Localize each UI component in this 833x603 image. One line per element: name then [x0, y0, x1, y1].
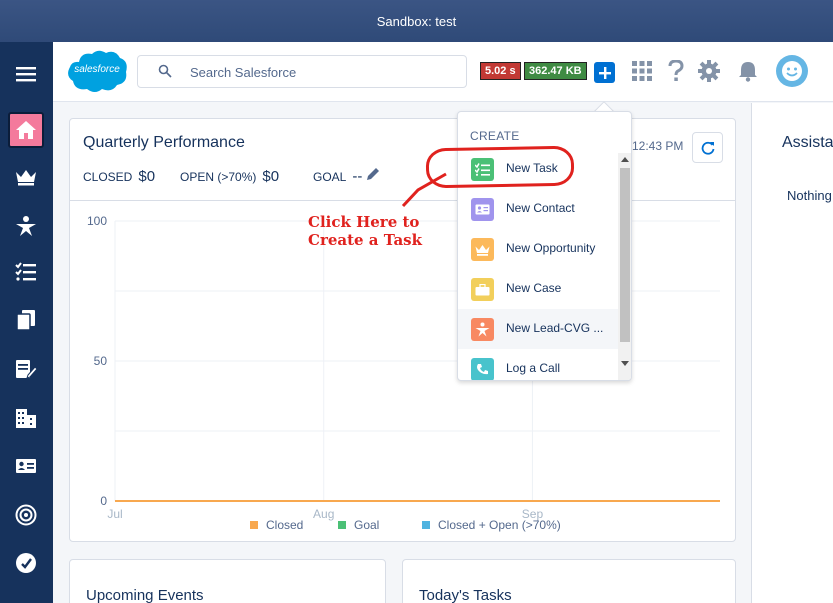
logo-text: salesforce	[74, 64, 120, 75]
legend-swatch	[250, 521, 258, 529]
task-list-icon[interactable]	[8, 254, 44, 290]
edit-goal-icon[interactable]	[366, 167, 380, 186]
create-menu-heading: CREATE	[470, 129, 520, 143]
menu-item-new-case[interactable]: New Case	[458, 269, 618, 309]
bell-icon[interactable]	[736, 59, 760, 83]
annotation-callout-circle	[425, 145, 575, 189]
sandbox-label: Sandbox: test	[376, 13, 457, 29]
left-nav	[0, 42, 53, 603]
crown-icon[interactable]	[8, 159, 44, 195]
scroll-up-icon[interactable]	[621, 157, 629, 162]
menu-item-label: New Opportunity	[506, 241, 596, 255]
sandbox-banner: Sandbox: test	[0, 0, 833, 42]
menu-icon[interactable]	[8, 56, 44, 92]
x-tick-label: Aug	[313, 507, 334, 521]
goal-stat: GOAL --	[313, 168, 362, 185]
home-icon[interactable]	[8, 112, 44, 148]
person-star-icon[interactable]	[8, 208, 44, 244]
goal-label: GOAL	[313, 170, 347, 184]
scroll-down-icon[interactable]	[621, 361, 629, 366]
y-tick-label: 100	[87, 214, 107, 228]
closed-value: $0	[138, 168, 156, 185]
global-header: salesforce 5.02 s 362.47 KB	[53, 42, 833, 102]
menu-item-log-call[interactable]: Log a Call	[458, 349, 618, 380]
app-launcher-icon[interactable]	[630, 59, 654, 83]
lead-icon	[471, 318, 494, 341]
x-tick-label: Jul	[107, 507, 122, 521]
crown-icon	[471, 238, 494, 261]
annotation-line-1: Click Here to	[308, 213, 420, 231]
menu-item-new-contact[interactable]: New Contact	[458, 189, 618, 229]
performance-chart: 0 50 100 Jul Aug Sep Closed Goal Closed + Open (…	[70, 200, 735, 541]
refresh-icon	[701, 141, 714, 155]
y-tick-label: 50	[94, 354, 108, 368]
y-tick-label: 0	[100, 494, 107, 508]
menu-item-label: New Contact	[506, 201, 575, 215]
todays-tasks-title: Today's Tasks	[419, 587, 512, 603]
gear-icon[interactable]	[697, 59, 721, 83]
contact-card-icon[interactable]	[8, 448, 44, 484]
todays-tasks-card: Today's Tasks	[402, 559, 736, 603]
annotation-text: Click Here to Create a Task	[308, 213, 422, 249]
phone-icon	[471, 358, 494, 380]
goal-value: --	[352, 168, 363, 185]
timing-badge: 5.02 s	[480, 62, 521, 80]
menu-item-label: New Lead-CVG ...	[506, 321, 604, 335]
global-create-button[interactable]	[594, 62, 615, 83]
card-title: Quarterly Performance	[83, 134, 245, 151]
chart-svg: 050100Jul Aug SepClosed Goal Closed + Open (…	[87, 214, 720, 532]
user-avatar[interactable]	[776, 55, 808, 87]
building-icon[interactable]	[8, 400, 44, 436]
annotation-line-2: Create a Task	[308, 231, 423, 249]
search-icon	[158, 64, 172, 83]
menu-item-new-lead[interactable]: New Lead-CVG ...	[458, 309, 618, 349]
memory-badge: 362.47 KB	[524, 62, 587, 80]
closed-label: CLOSED	[83, 170, 133, 184]
documents-icon[interactable]	[8, 302, 44, 338]
target-icon[interactable]	[8, 497, 44, 533]
briefcase-icon	[471, 278, 494, 301]
help-icon[interactable]	[664, 59, 688, 83]
menu-item-label: New Case	[506, 281, 562, 295]
upcoming-events-title: Upcoming Events	[86, 587, 204, 603]
assistant-panel: Assistant Nothing	[751, 103, 833, 603]
global-search[interactable]	[137, 55, 467, 88]
menu-item-label: Log a Call	[506, 361, 561, 375]
upcoming-events-card: Upcoming Events	[69, 559, 386, 603]
assistant-empty-text: Nothing	[787, 188, 832, 203]
notes-edit-icon[interactable]	[8, 351, 44, 387]
updated-time: 12:43 PM	[632, 139, 684, 153]
legend-label: Closed + Open (>70%)	[438, 518, 561, 532]
closed-stat: CLOSED $0	[83, 168, 155, 185]
menu-item-new-opportunity[interactable]: New Opportunity	[458, 229, 618, 269]
legend-swatch	[422, 521, 430, 529]
salesforce-logo[interactable]: salesforce	[65, 48, 129, 94]
speedometer-icon[interactable]	[8, 545, 44, 581]
open-label: OPEN (>70%)	[180, 170, 257, 184]
assistant-title: Assistant	[782, 134, 833, 151]
open-value: $0	[262, 168, 280, 185]
refresh-button[interactable]	[692, 132, 723, 163]
search-input[interactable]	[190, 62, 450, 82]
contact-icon	[471, 198, 494, 221]
legend-label: Goal	[354, 518, 379, 532]
scroll-thumb[interactable]	[620, 168, 630, 342]
open-stat: OPEN (>70%) $0	[180, 168, 279, 185]
quarterly-performance-card: Quarterly Performance CLOSED $0 OPEN (>70…	[69, 118, 736, 542]
legend-swatch	[338, 521, 346, 529]
menu-scrollbar[interactable]	[618, 153, 631, 380]
legend-label: Closed	[266, 518, 303, 532]
